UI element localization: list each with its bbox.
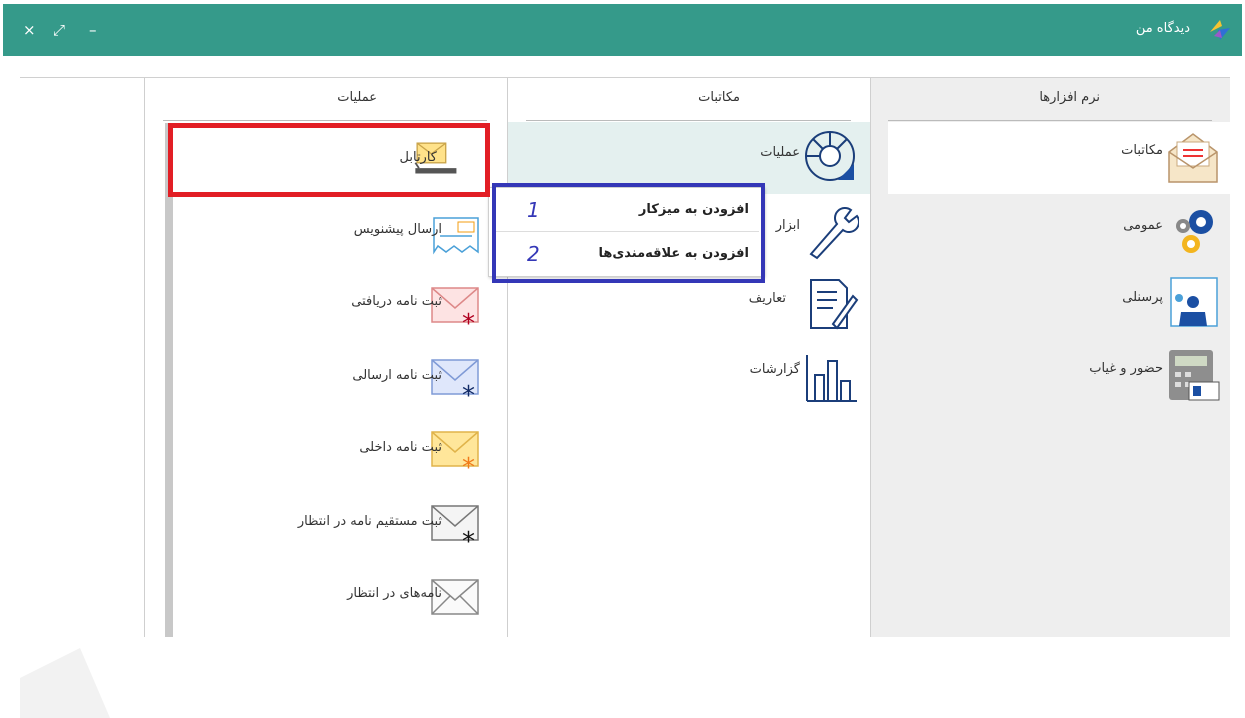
operations-column-header: عملیات [337, 90, 377, 105]
envelope-open-icon [1168, 133, 1218, 183]
software-item-label: عمومی [1123, 218, 1163, 233]
watermark-shape [20, 648, 110, 718]
operations-item-label[interactable]: ثبت نامه داخلی [359, 440, 442, 455]
personnel-icon[interactable] [1165, 274, 1221, 330]
app-logo-icon [1210, 20, 1230, 40]
software-item-label: پرسنلی [1122, 290, 1163, 305]
software-item-label: مکاتبات [1121, 143, 1163, 158]
software-column: نرم افزارها مکاتبات عمومی پرسنلی حضور و … [870, 78, 1230, 637]
operations-item-label[interactable]: ثبت نامه دریافتی [351, 294, 442, 309]
svg-text:*: * [462, 527, 475, 552]
close-button[interactable]: × [23, 20, 36, 40]
definitions-document-icon[interactable] [803, 272, 859, 332]
operations-item-label[interactable]: نامه‌های در انتظار [347, 586, 442, 601]
correspondence-item-label: عملیات [760, 145, 800, 160]
maximize-button[interactable]: ⤢ [53, 20, 65, 40]
attendance-icon[interactable] [1165, 346, 1221, 402]
reports-chart-icon[interactable] [803, 346, 859, 404]
operations-item-label[interactable]: ثبت مستقیم نامه در انتظار [298, 514, 442, 529]
software-item-label: حضور و غیاب [1089, 361, 1163, 376]
svg-text:*: * [462, 309, 475, 334]
correspondence-column-header: مکاتبات [698, 90, 740, 105]
wrench-icon[interactable] [803, 200, 859, 260]
correspondence-item-label: گزارشات [749, 362, 800, 377]
minimize-button[interactable]: – [89, 20, 97, 40]
correspondence-item-label: ابزار [775, 218, 800, 233]
window-title: دیدگاه من [1135, 21, 1190, 36]
software-column-header: نرم افزارها [1039, 90, 1100, 105]
window-titlebar: × ⤢ – دیدگاه من [3, 4, 1242, 56]
operations-scrollbar[interactable] [165, 123, 173, 637]
gears-icon[interactable] [1163, 204, 1219, 260]
operations-wheel-icon [805, 131, 855, 181]
svg-text:*: * [462, 381, 475, 406]
correspondence-column: مکاتبات عملیات ابزار تعاریف گزارشات [508, 78, 870, 637]
highlight-red-box [168, 123, 490, 197]
operations-item-label[interactable]: ثبت نامه ارسالی [352, 368, 442, 383]
correspondence-item-label: تعاریف [748, 291, 786, 306]
svg-text:*: * [462, 453, 475, 478]
operations-item-label[interactable]: ارسال پیشنویس [354, 222, 442, 237]
highlight-blue-box [492, 183, 765, 283]
